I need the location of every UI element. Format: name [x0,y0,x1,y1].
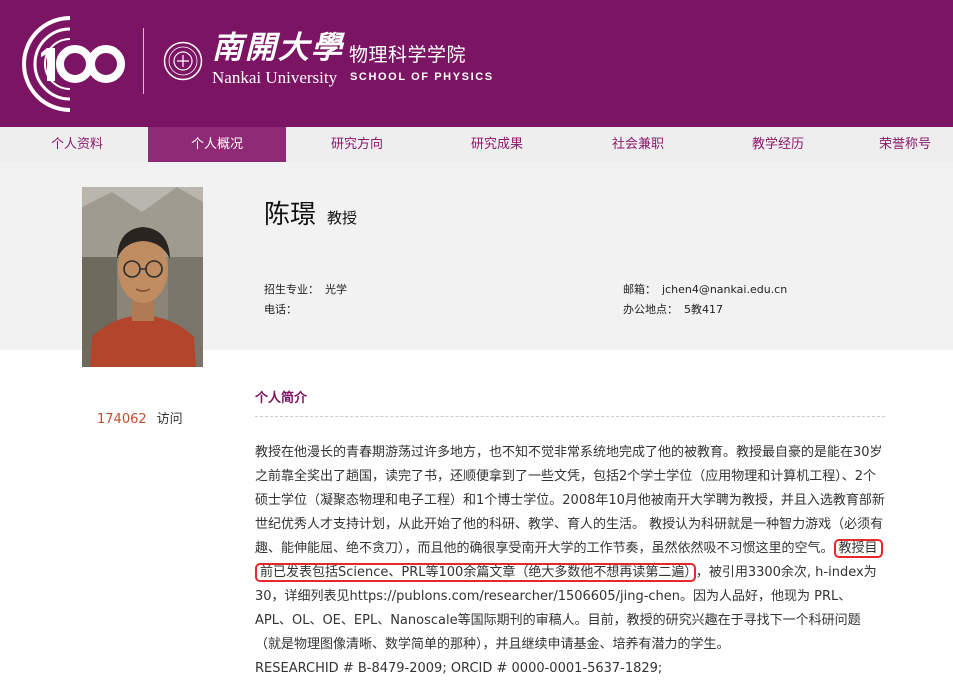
section-divider [255,416,885,417]
major-value: 光学 [325,283,347,296]
main-nav: 个人资料 个人概况 研究方向 研究成果 社会兼职 教学经历 荣誉称号 [0,127,953,162]
nav-tab-social-positions[interactable]: 社会兼职 [569,127,707,162]
nav-tab-profile[interactable]: 个人资料 [8,127,146,162]
nav-tab-research-results[interactable]: 研究成果 [428,127,566,162]
school-name-cn: 物理科学学院 [349,44,467,66]
person-name: 陈璟 [264,200,317,230]
visit-count: 174062 [97,412,147,427]
header-divider [143,28,144,94]
major-info: 招生专业： 光学 [264,282,347,298]
visit-label: 访问 [156,412,183,427]
nav-tab-honors[interactable]: 荣誉称号 [850,127,953,162]
university-seal-icon [163,41,203,81]
university-name-cn: 南開大學 [212,30,344,66]
office-info: 办公地点： 5教417 [623,302,723,318]
email-label: 邮箱： [623,283,656,296]
intro-text-part: 教授在他漫长的青春期游荡过许多地方，也不知不觉非常系统地完成了他的被教育。教授最… [255,445,885,556]
intro-section-title: 个人简介 [255,391,308,406]
phone-info: 电话： [264,302,303,318]
profile-photo [82,187,203,367]
nav-tab-overview[interactable]: 个人概况 [148,127,286,162]
university-name-en: Nankai University [212,68,338,87]
site-header: 南開大學 Nankai University 物理科学学院 SCHOOL OF … [0,0,953,127]
person-title: 教授 [327,209,358,227]
email-value[interactable]: jchen4@nankai.edu.cn [662,283,787,296]
major-label: 招生专业： [264,283,319,296]
office-label: 办公地点： [623,303,678,316]
school-name-en: SCHOOL OF PHYSICS [350,71,494,83]
visit-counter: 174062 访问 [97,411,183,429]
office-value: 5教417 [684,303,723,316]
researcher-ids: RESEARCHID # B-8479-2009; ORCID # 0000-0… [255,661,663,676]
centennial-100-logo[interactable] [12,12,127,115]
email-info: 邮箱： jchen4@nankai.edu.cn [623,282,787,298]
nav-tab-teaching[interactable]: 教学经历 [709,127,847,162]
phone-label: 电话： [264,303,297,316]
nav-tab-research-direction[interactable]: 研究方向 [288,127,426,162]
intro-text: 教授在他漫长的青春期游荡过许多地方，也不知不觉非常系统地完成了他的被教育。教授最… [255,441,885,681]
